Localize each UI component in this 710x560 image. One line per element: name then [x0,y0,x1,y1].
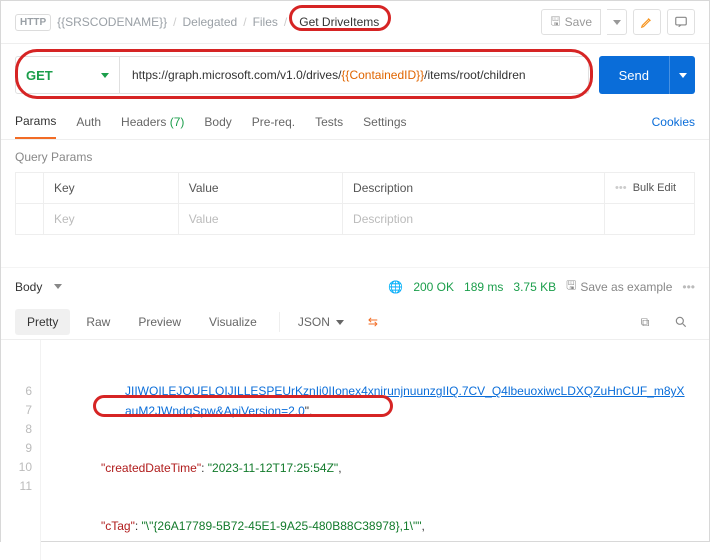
edit-button[interactable] [633,9,661,35]
comment-button[interactable] [667,9,695,35]
save-as-example[interactable]: 🖫 Save as example [566,276,672,297]
top-actions: 🖫 Save [541,9,695,35]
response-stats: 🌐 200 OK 189 ms 3.75 KB 🖫 Save as exampl… [388,276,695,297]
col-key: Key [44,173,179,204]
cookies-link[interactable]: Cookies [652,115,695,129]
view-visualize[interactable]: Visualize [197,309,269,335]
tab-auth[interactable]: Auth [76,104,101,139]
request-tabs: Params Auth Headers (7) Body Pre-req. Te… [1,104,709,140]
chevron-down-icon [613,20,621,25]
col-checkbox [16,173,44,204]
bulk-edit-link[interactable]: Bulk Edit [633,182,676,194]
link[interactable]: JIIWQILEJOUELOIJILLESPEUrKznIi0IIonex4xn… [125,384,685,417]
search-button[interactable] [667,309,695,335]
method-url-group: GET https://graph.microsoft.com/v1.0/dri… [15,56,589,94]
breadcrumb-item[interactable]: {{SRSCODENAME}} [57,15,167,29]
code-content: JIIWQILEJOUELOIJILLESPEUrKznIi0IIonex4xn… [41,340,709,560]
tab-tests[interactable]: Tests [315,104,343,139]
http-badge: HTTP [15,14,51,31]
response-body[interactable]: 67891011 JIIWQILEJOUELOIJILLESPEUrKznIi0… [1,340,709,560]
tab-settings[interactable]: Settings [363,104,406,139]
table-header-row: Key Value Description ••• Bulk Edit [16,173,695,204]
request-url-row: GET https://graph.microsoft.com/v1.0/dri… [1,44,709,104]
breadcrumb-sep: / [243,15,246,29]
col-desc: Description [343,173,605,204]
save-icon: 🖫 [550,12,560,33]
chevron-down-icon [336,320,344,325]
tab-body[interactable]: Body [204,104,231,139]
url-text-suffix: /items/root/children [424,68,525,82]
response-time: 189 ms [464,280,503,294]
tab-headers[interactable]: Headers (7) [121,104,184,139]
url-variable: {{ContainedID}} [341,68,424,82]
breadcrumb-sep: / [284,15,287,29]
response-toolbar: Pretty Raw Preview Visualize JSON ⇆ ⧉ [1,305,709,340]
method-label: GET [26,68,53,83]
view-pretty[interactable]: Pretty [15,309,70,335]
query-params-section: Query Params Key Value Description ••• B… [1,140,709,235]
save-button[interactable]: 🖫 Save [541,9,601,35]
tab-prereq[interactable]: Pre-req. [252,104,295,139]
col-value: Value [178,173,342,204]
tab-params[interactable]: Params [15,104,56,139]
save-dropdown[interactable] [607,9,627,35]
url-input[interactable]: https://graph.microsoft.com/v1.0/drives/… [120,57,588,93]
chevron-down-icon [679,73,687,78]
desc-cell[interactable]: Description [343,204,605,235]
http-method-select[interactable]: GET [16,57,120,93]
breadcrumb-item[interactable]: Files [253,15,278,29]
send-group: Send [599,56,695,94]
wrap-lines-button[interactable]: ⇆ [356,309,390,335]
separator [279,312,280,332]
response-size: 3.75 KB [513,280,556,294]
key-cell[interactable]: Key [44,204,179,235]
view-raw[interactable]: Raw [74,309,122,335]
save-label: Save [565,15,592,29]
send-dropdown[interactable] [669,56,695,94]
toolbar-right: ⧉ [631,309,695,335]
response-body-tab[interactable]: Body [15,280,42,294]
col-actions: ••• Bulk Edit [605,173,695,204]
pencil-icon [640,15,654,29]
headers-count: (7) [170,115,185,129]
network-icon[interactable]: 🌐 [388,280,403,294]
comment-icon [674,15,688,29]
tab-label: Headers [121,115,166,129]
chevron-down-icon [101,73,109,78]
copy-button[interactable]: ⧉ [631,309,659,335]
chevron-down-icon[interactable] [54,284,62,289]
breadcrumb-current: Get DriveItems [293,13,385,31]
breadcrumb-bar: HTTP {{SRSCODENAME}} / Delegated / Files… [1,1,709,44]
send-button[interactable]: Send [599,56,669,94]
format-select[interactable]: JSON [290,309,352,335]
breadcrumb-sep: / [173,15,176,29]
query-params-title: Query Params [15,150,695,164]
search-icon [674,315,688,329]
line-gutter: 67891011 [1,340,41,560]
query-params-table: Key Value Description ••• Bulk Edit Key … [15,172,695,235]
more-icon[interactable]: ••• [682,280,695,294]
response-header: Body 🌐 200 OK 189 ms 3.75 KB 🖫 Save as e… [1,267,709,305]
table-row[interactable]: Key Value Description [16,204,695,235]
breadcrumb-item[interactable]: Delegated [183,15,238,29]
status-code: 200 OK [413,280,454,294]
view-preview[interactable]: Preview [126,309,193,335]
value-cell[interactable]: Value [178,204,342,235]
url-text-prefix: https://graph.microsoft.com/v1.0/drives/ [132,68,341,82]
